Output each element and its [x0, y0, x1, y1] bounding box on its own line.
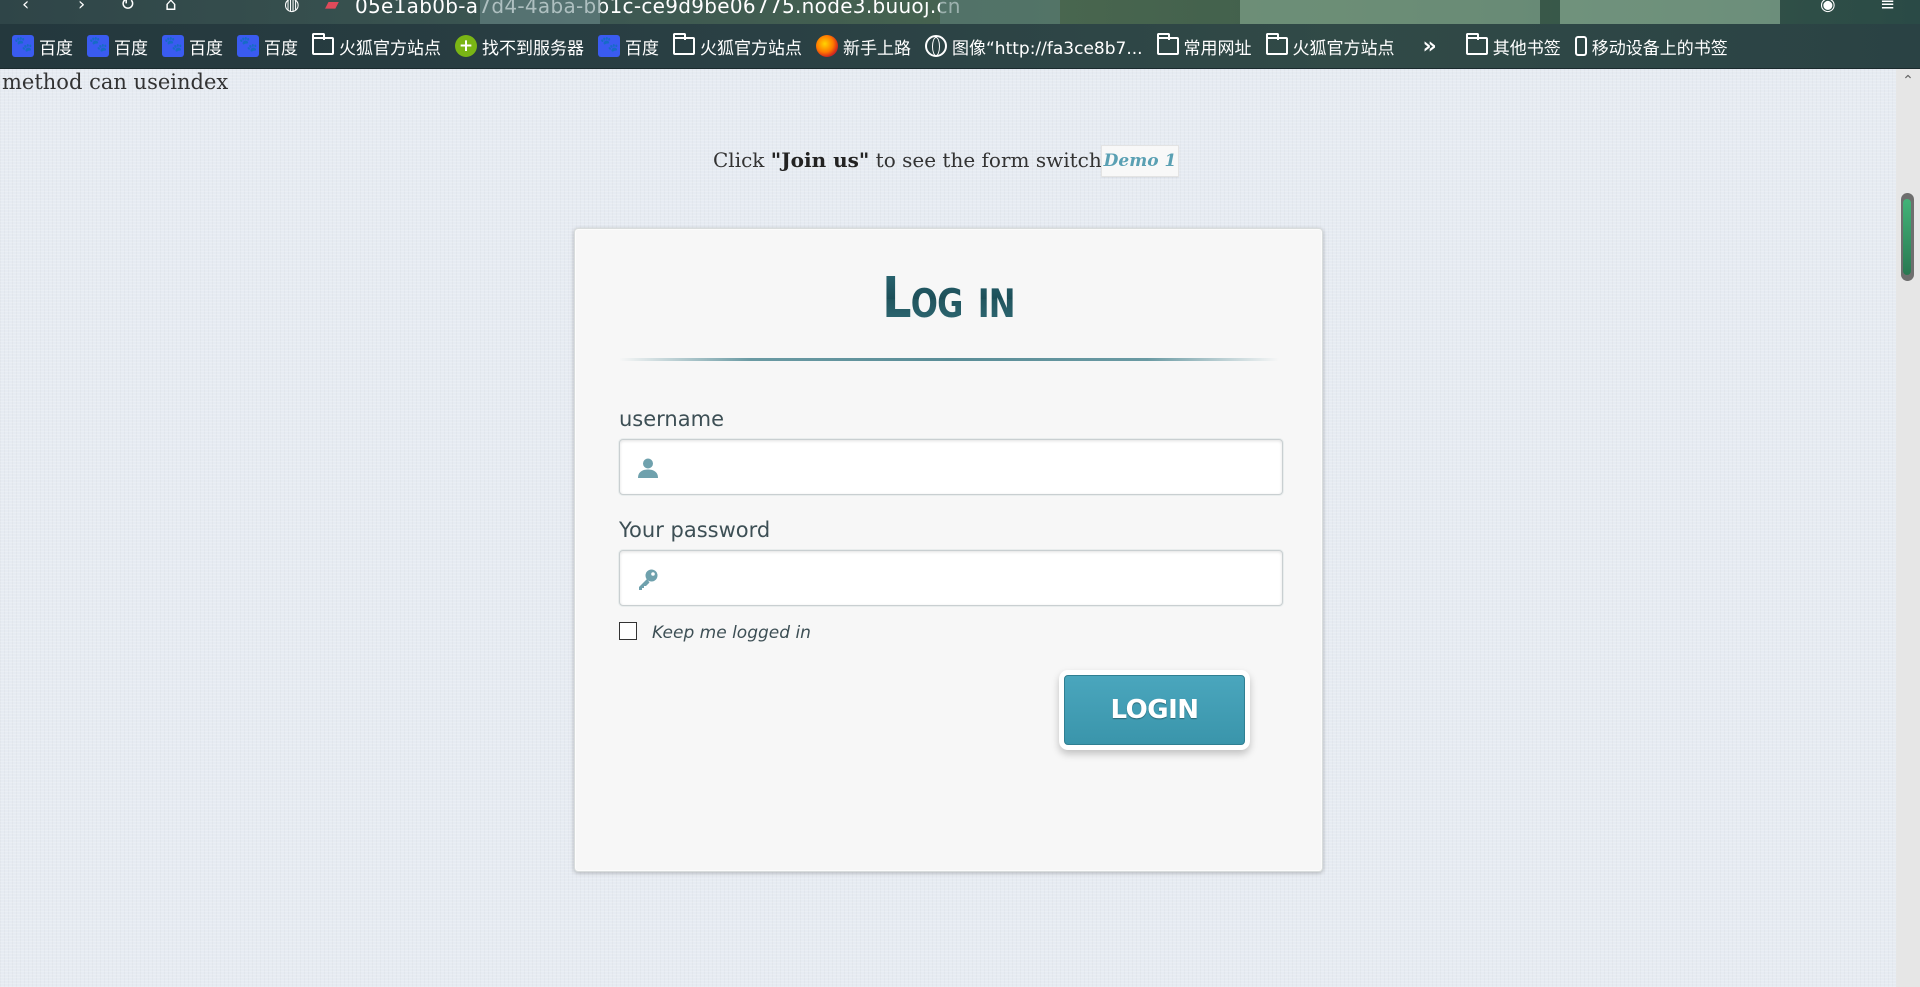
keep-logged-in-row[interactable]: Keep me logged in — [619, 622, 811, 643]
password-field[interactable] — [619, 550, 1283, 607]
bookmark-label: 常用网址 — [1183, 38, 1252, 59]
bookmark-label: 其他书签 — [1492, 38, 1561, 59]
bookmark-baidu[interactable]: 百度 — [12, 34, 73, 59]
theme-pixel-art — [940, 0, 1060, 24]
bookmark-folder-firefox-official[interactable]: 火狐官方站点 — [1265, 33, 1395, 59]
bookmark-label: 找不到服务器 — [482, 38, 584, 59]
baidu-icon — [237, 35, 259, 57]
other-bookmarks-folder[interactable]: 其他书签 — [1465, 33, 1561, 59]
bookmark-label: 火狐官方站点 — [700, 38, 802, 59]
bookmarks-toolbar: 百度 百度 百度 百度 火狐官方站点 +找不到服务器 百度 火狐官方站点 新手上… — [0, 24, 1920, 69]
password-label: Your password — [619, 518, 771, 542]
username-label: username — [619, 407, 724, 431]
bookmarks-overflow-button[interactable]: » — [1423, 34, 1442, 59]
baidu-icon — [12, 35, 34, 57]
shield-icon[interactable]: ◍ — [284, 0, 302, 14]
folder-icon — [1265, 33, 1288, 55]
folder-icon — [312, 33, 334, 55]
baidu-icon — [598, 35, 620, 57]
theme-pixel-art — [1560, 0, 1780, 24]
hint-prefix: Click — [713, 148, 771, 172]
page-scrollbar[interactable]: ⌃ — [1896, 69, 1920, 987]
bookmark-image-link[interactable]: 图像“http://fa3ce8b7... — [925, 34, 1143, 59]
username-input[interactable] — [672, 440, 1276, 496]
bookmark-label: 火狐官方站点 — [339, 38, 441, 59]
login-form-card: Log in username Your password Keep me lo… — [574, 228, 1323, 872]
scrollbar-thumb[interactable] — [1901, 193, 1914, 281]
chevron-double-right-icon: » — [1422, 33, 1437, 59]
key-icon — [639, 569, 658, 590]
scroll-up-arrow-icon[interactable]: ⌃ — [1896, 69, 1920, 91]
form-switch-hint: Click "Join us" to see the form switch — [713, 148, 1102, 172]
bookmark-label: 火狐官方站点 — [1292, 38, 1395, 59]
forward-icon[interactable]: › — [78, 0, 96, 14]
keep-logged-in-checkbox[interactable] — [619, 622, 637, 640]
keep-logged-in-label: Keep me logged in — [652, 623, 811, 643]
bookmark-label: 百度 — [39, 38, 73, 59]
bookmark-label: 移动设备上的书签 — [1591, 38, 1728, 59]
bookmark-baidu[interactable]: 百度 — [162, 34, 223, 59]
phone-icon — [1574, 36, 1587, 56]
folder-icon — [673, 33, 695, 55]
bookmark-label: 百度 — [625, 38, 659, 59]
bookmark-label: 百度 — [114, 38, 148, 59]
browser-toolbar: ‹ › ↻ ⌂ ◍ ▰ 05e1ab0b-a7d4-4aba-bb1c-ce9d… — [0, 0, 1920, 24]
bookmark-baidu[interactable]: 百度 — [87, 34, 148, 59]
login-button[interactable]: LOGIN — [1064, 675, 1245, 745]
bookmark-baidu[interactable]: 百度 — [237, 34, 298, 59]
baidu-icon — [162, 35, 184, 57]
account-icon[interactable]: ◉ — [1820, 0, 1838, 14]
bookmark-label: 新手上路 — [843, 38, 911, 59]
folder-icon — [1156, 33, 1179, 55]
mobile-bookmarks-folder[interactable]: 移动设备上的书签 — [1574, 34, 1728, 59]
method-note-text: method can useindex — [2, 70, 229, 94]
bookmark-server-not-found[interactable]: + 找不到服务器 — [455, 34, 584, 59]
hint-join-us: "Join us" — [770, 148, 870, 172]
firefox-icon — [816, 35, 838, 57]
form-title: Log in — [642, 267, 1255, 331]
user-icon — [638, 458, 658, 478]
theme-pixel-art — [480, 0, 600, 24]
bookmark-folder-firefox-official[interactable]: 火狐官方站点 — [673, 33, 802, 59]
url-bar[interactable]: 05e1ab0b-a7d4-4aba-bb1c-ce9d9be06775.nod… — [355, 0, 961, 18]
bookmark-getting-started[interactable]: 新手上路 — [816, 34, 911, 59]
hint-suffix: to see the form switch — [869, 148, 1102, 172]
bookmark-baidu[interactable]: 百度 — [598, 34, 659, 59]
reload-icon[interactable]: ↻ — [120, 0, 138, 14]
password-input[interactable] — [672, 551, 1276, 607]
demo-tab[interactable]: Demo 1 — [1101, 145, 1179, 177]
plus-icon: + — [455, 35, 477, 57]
bookmark-folder-firefox-official[interactable]: 火狐官方站点 — [312, 33, 441, 59]
menu-icon[interactable]: ≡ — [1880, 0, 1898, 14]
home-icon[interactable]: ⌂ — [165, 0, 183, 14]
bookmark-folder-common-sites[interactable]: 常用网址 — [1156, 33, 1252, 59]
theme-pixel-art — [1240, 0, 1540, 24]
globe-icon — [925, 35, 947, 57]
folder-icon — [1465, 33, 1488, 55]
back-icon[interactable]: ‹ — [22, 0, 40, 14]
bookmark-label: 百度 — [264, 38, 298, 59]
bookmark-label: 图像“http://fa3ce8b7... — [952, 38, 1143, 59]
baidu-icon — [87, 35, 109, 57]
lock-icon: ▰ — [325, 0, 339, 15]
bookmark-label: 百度 — [189, 38, 223, 59]
username-field[interactable] — [619, 439, 1283, 496]
title-divider — [619, 358, 1279, 361]
